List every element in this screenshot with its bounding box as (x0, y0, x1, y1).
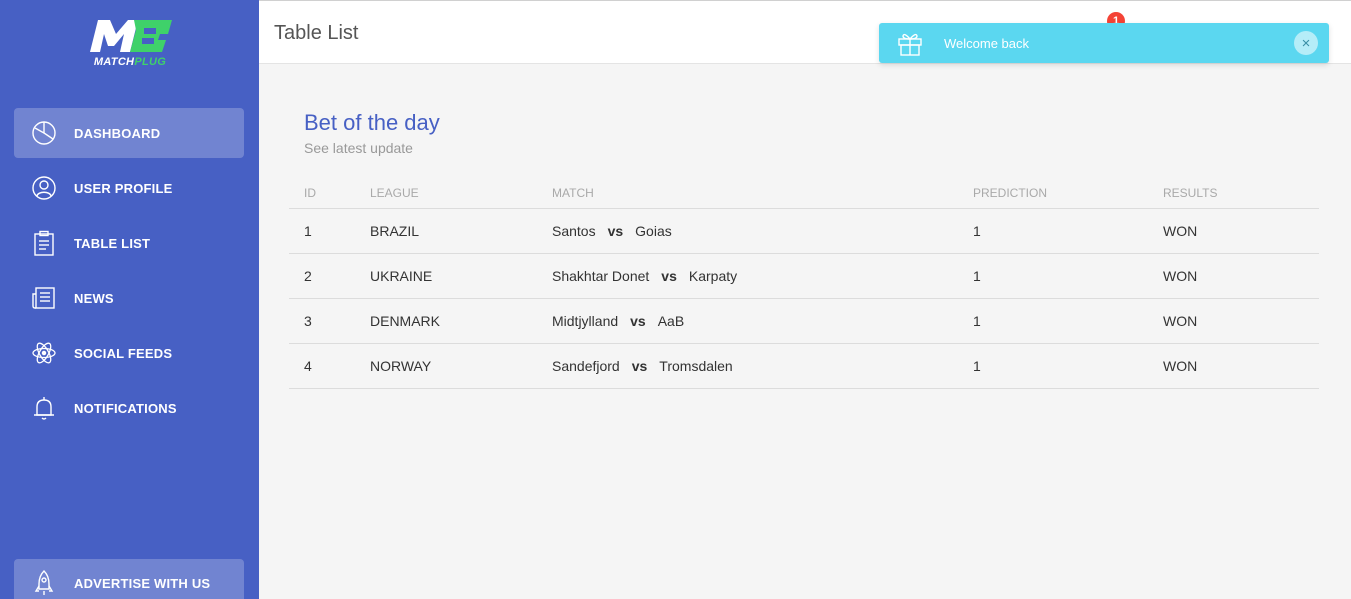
sidebar-item-social-feeds[interactable]: SOCIAL FEEDS (14, 328, 244, 378)
page-title: Table List (274, 22, 359, 44)
sidebar-item-table-list[interactable]: TABLE LIST (14, 218, 244, 268)
sidebar-item-dashboard[interactable]: DASHBOARD (14, 108, 244, 158)
bell-icon (30, 394, 58, 422)
cell-prediction: 1 (958, 343, 1148, 389)
cell-league: BRAZIL (355, 208, 537, 254)
table-row: 1 BRAZIL Santos vs Goias 1 WON (289, 208, 1319, 254)
home-team: Midtjylland (552, 312, 619, 329)
cell-match: Santos vs Goias (537, 208, 958, 254)
table-row: 3 DENMARK Midtjylland vs AaB 1 WON (289, 298, 1319, 344)
sidebar-item-label: NOTIFICATIONS (74, 400, 177, 416)
sidebar-item-label: DASHBOARD (74, 125, 161, 141)
cell-prediction: 1 (958, 253, 1148, 299)
cell-prediction: 1 (958, 298, 1148, 344)
cell-id: 4 (289, 343, 355, 389)
table-row: 2 UKRAINE Shakhtar Donet vs Karpaty 1 WON (289, 253, 1319, 299)
sidebar-item-label: SOCIAL FEEDS (74, 345, 173, 361)
column-header-prediction: PREDICTION (958, 178, 1148, 209)
bet-of-the-day-card: Bet of the day See latest update ID LEAG… (289, 100, 1319, 389)
pie-chart-icon (30, 119, 58, 147)
vs-label: vs (661, 267, 677, 284)
away-team: Goias (635, 222, 672, 239)
cell-match: Sandefjord vs Tromsdalen (537, 343, 958, 389)
vs-label: vs (631, 357, 648, 374)
sidebar: MATCHPLUG DASHBOARD USER PROFILE TABLE L… (0, 0, 259, 599)
user-icon (30, 174, 58, 202)
home-team: Shakhtar Donet (552, 267, 650, 284)
cell-match: Midtjylland vs AaB (537, 298, 958, 344)
column-header-results: RESULTS (1148, 178, 1319, 209)
card-subtitle: See latest update (304, 140, 413, 156)
cell-match: Shakhtar Donet vs Karpaty (537, 253, 958, 299)
away-team: Tromsdalen (659, 357, 733, 374)
vs-label: vs (630, 312, 646, 329)
cell-result: WON (1148, 253, 1319, 299)
sidebar-nav: DASHBOARD USER PROFILE TABLE LIST NEWS S… (14, 108, 244, 438)
sidebar-item-notifications[interactable]: NOTIFICATIONS (14, 383, 244, 433)
sidebar-item-label: USER PROFILE (74, 180, 173, 196)
newspaper-icon (30, 284, 58, 312)
sidebar-item-label: TABLE LIST (74, 235, 151, 251)
away-team: Karpaty (688, 267, 738, 284)
column-header-match: MATCH (537, 178, 958, 209)
column-header-id: ID (289, 178, 355, 209)
brand-name: MATCHPLUG (93, 56, 167, 68)
advertise-label: ADVERTISE WITH US (74, 575, 211, 591)
cell-league: NORWAY (355, 343, 537, 389)
cell-league: UKRAINE (355, 253, 537, 299)
advertise-button[interactable]: ADVERTISE WITH US (14, 559, 244, 599)
cell-result: WON (1148, 343, 1319, 389)
cell-prediction: 1 (958, 208, 1148, 254)
card-title: Bet of the day (304, 110, 440, 135)
sidebar-item-user-profile[interactable]: USER PROFILE (14, 163, 244, 213)
sidebar-item-news[interactable]: NEWS (14, 273, 244, 323)
bets-table: ID LEAGUE MATCH PREDICTION RESULTS 1 BRA… (289, 178, 1319, 389)
vs-label: vs (607, 222, 624, 239)
cell-league: DENMARK (355, 298, 537, 344)
welcome-toast: Welcome back × (879, 23, 1329, 63)
home-team: Sandefjord (552, 357, 620, 374)
column-header-league: LEAGUE (355, 178, 537, 209)
gift-icon (895, 28, 925, 58)
table-header-row: ID LEAGUE MATCH PREDICTION RESULTS (289, 178, 1319, 209)
toast-message: Welcome back (944, 35, 1030, 51)
cell-id: 1 (289, 208, 355, 254)
sidebar-item-label: NEWS (74, 290, 114, 306)
atom-icon (30, 339, 58, 367)
cell-id: 2 (289, 253, 355, 299)
toast-close-button[interactable]: × (1294, 31, 1318, 55)
away-team: AaB (657, 312, 685, 329)
cell-result: WON (1148, 298, 1319, 344)
rocket-icon (30, 569, 58, 597)
cell-id: 3 (289, 298, 355, 344)
table-row: 4 NORWAY Sandefjord vs Tromsdalen 1 WON (289, 343, 1319, 389)
cell-result: WON (1148, 208, 1319, 254)
home-team: Santos (552, 222, 596, 239)
clipboard-icon (30, 229, 58, 257)
